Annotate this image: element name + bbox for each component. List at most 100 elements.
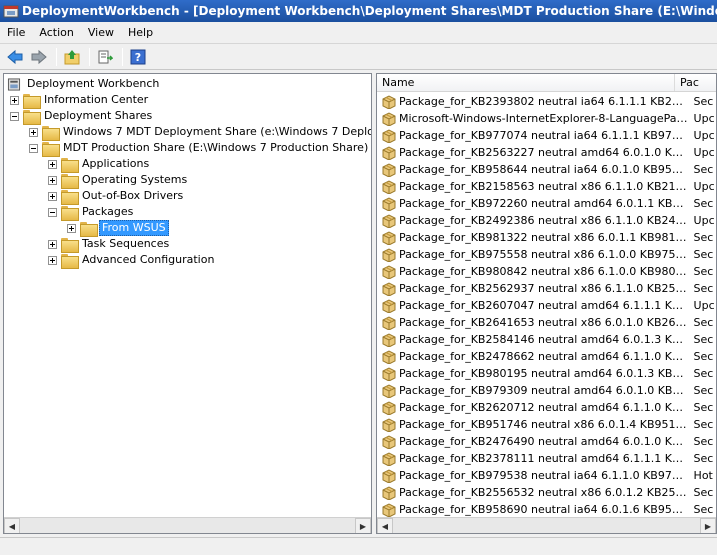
list-item[interactable]: Package_for_KB2378111 neutral amd64 6.1.… [377,450,716,467]
list-item[interactable]: Package_for_KB2641653 neutral x86 6.0.1.… [377,314,716,331]
list-item[interactable]: Package_for_KB2563227 neutral amd64 6.0.… [377,144,716,161]
list-item[interactable]: Microsoft-Windows-InternetExplorer-8-Lan… [377,110,716,127]
package-type: Sec [693,384,714,397]
console-tree[interactable]: Deployment Workbench Information Center … [3,73,372,534]
menu-help[interactable]: Help [121,23,160,43]
status-bar [0,537,717,555]
forward-button[interactable] [28,46,50,68]
tree-node-from-wsus[interactable]: From WSUS [67,220,169,237]
collapse-toggle[interactable] [10,111,19,121]
tree-node-mdt-production-share[interactable]: MDT Production Share (E:\Windows 7 Produ… [29,140,370,157]
column-header-pack[interactable]: Pac [675,74,716,91]
export-list-button[interactable] [94,46,116,68]
tree-node-deployment-workbench[interactable]: Deployment Workbench [6,76,161,92]
expand-toggle[interactable] [48,239,57,249]
expand-toggle[interactable] [67,223,76,233]
menu-action[interactable]: Action [32,23,80,43]
collapse-toggle[interactable] [29,143,38,153]
scroll-left-arrow[interactable]: ◀ [377,518,393,533]
package-type: Sec [693,435,714,448]
package-name: Package_for_KB980842 neutral x86 6.1.0.0… [399,265,689,278]
package-icon [382,435,396,449]
package-icon [382,248,396,262]
list-item[interactable]: Package_for_KB2492386 neutral x86 6.1.1.… [377,212,716,229]
list-item[interactable]: Package_for_KB977074 neutral ia64 6.1.1.… [377,127,716,144]
list-item[interactable]: Package_for_KB2478662 neutral amd64 6.1.… [377,348,716,365]
tree-node-deployment-shares[interactable]: Deployment Shares [10,108,154,125]
list-item[interactable]: Package_for_KB2562937 neutral x86 6.1.1.… [377,280,716,297]
export-list-icon [98,50,113,64]
scroll-right-arrow[interactable]: ▶ [355,518,371,533]
package-icon [382,163,396,177]
expand-toggle[interactable] [48,159,57,169]
list-item[interactable]: Package_for_KB981322 neutral x86 6.0.1.1… [377,229,716,246]
list-item[interactable]: Package_for_KB979538 neutral ia64 6.1.1.… [377,467,716,484]
package-name: Package_for_KB2378111 neutral amd64 6.1.… [399,452,689,465]
tree-horizontal-scrollbar[interactable]: ◀ ▶ [4,517,371,533]
package-name: Package_for_KB2641653 neutral x86 6.0.1.… [399,316,689,329]
list-item[interactable]: Package_for_KB975558 neutral x86 6.1.0.0… [377,246,716,263]
expand-toggle[interactable] [48,255,57,265]
expand-toggle[interactable] [48,175,57,185]
package-name: Package_for_KB2584146 neutral amd64 6.0.… [399,333,689,346]
menu-file[interactable]: File [0,23,32,43]
package-type: Sec [693,418,714,431]
list-item[interactable]: Package_for_KB979309 neutral amd64 6.0.1… [377,382,716,399]
tree-node-applications[interactable]: Applications [48,156,151,173]
package-icon [382,146,396,160]
list-item[interactable]: Package_for_KB958690 neutral ia64 6.0.1.… [377,501,716,518]
menu-view[interactable]: View [81,23,121,43]
list-item[interactable]: Package_for_KB2476490 neutral amd64 6.0.… [377,433,716,450]
drivers-folder-icon [61,189,79,205]
packages-folder-icon [80,221,98,237]
help-button[interactable]: ? [127,46,149,68]
toolbar-separator [122,48,123,66]
tree-label: Advanced Configuration [82,253,215,266]
back-button[interactable] [4,46,26,68]
column-header-name[interactable]: Name [377,74,675,91]
forward-icon [31,49,47,65]
tree-node-windows7-deployment-share[interactable]: Windows 7 MDT Deployment Share (e:\Windo… [29,124,371,141]
up-folder-button[interactable] [61,46,83,68]
tree-node-information-center[interactable]: Information Center [10,92,150,109]
toolbar-separator [56,48,57,66]
list-item[interactable]: Package_for_KB972260 neutral amd64 6.0.1… [377,195,716,212]
package-icon [382,333,396,347]
package-type: Sec [693,452,714,465]
list-item[interactable]: Package_for_KB980842 neutral x86 6.1.0.0… [377,263,716,280]
list-item[interactable]: Package_for_KB2556532 neutral x86 6.0.1.… [377,484,716,501]
list-item[interactable]: Package_for_KB2158563 neutral x86 6.1.1.… [377,178,716,195]
scroll-left-arrow[interactable]: ◀ [4,518,20,533]
package-icon [382,214,396,228]
list-item[interactable]: Package_for_KB980195 neutral amd64 6.0.1… [377,365,716,382]
list-item[interactable]: Package_for_KB958644 neutral ia64 6.0.1.… [377,161,716,178]
tree-node-operating-systems[interactable]: Operating Systems [48,172,189,189]
tree-node-packages[interactable]: Packages [48,204,135,221]
collapse-toggle[interactable] [48,207,57,217]
package-list[interactable]: Name Pac Package_for_KB2393802 neutral i… [376,73,717,534]
tree-label: Applications [82,157,150,170]
list-item[interactable]: Package_for_KB2584146 neutral amd64 6.0.… [377,331,716,348]
scroll-right-arrow[interactable]: ▶ [700,518,716,533]
package-icon [382,231,396,245]
package-icon [382,418,396,432]
list-item[interactable]: Package_for_KB2607047 neutral amd64 6.1.… [377,297,716,314]
package-icon [382,486,396,500]
tree-node-advanced-configuration[interactable]: Advanced Configuration [48,252,216,269]
list-item[interactable]: Package_for_KB2393802 neutral ia64 6.1.1… [377,93,716,110]
expand-toggle[interactable] [48,191,57,201]
tree-label: Information Center [44,93,149,106]
list-horizontal-scrollbar[interactable]: ◀ ▶ [377,517,716,533]
list-item[interactable]: Package_for_KB2620712 neutral amd64 6.1.… [377,399,716,416]
package-name: Package_for_KB972260 neutral amd64 6.0.1… [399,197,689,210]
tree-node-out-of-box-drivers[interactable]: Out-of-Box Drivers [48,188,185,205]
list-item[interactable]: Package_for_KB951746 neutral x86 6.0.1.4… [377,416,716,433]
package-icon [382,316,396,330]
package-type: Upc [693,129,715,142]
title-bar[interactable]: DeploymentWorkbench - [Deployment Workbe… [0,0,717,22]
expand-toggle[interactable] [10,95,19,105]
folder-icon [23,93,41,109]
expand-toggle[interactable] [29,127,38,137]
package-icon [382,401,396,415]
tree-node-task-sequences[interactable]: Task Sequences [48,236,171,253]
